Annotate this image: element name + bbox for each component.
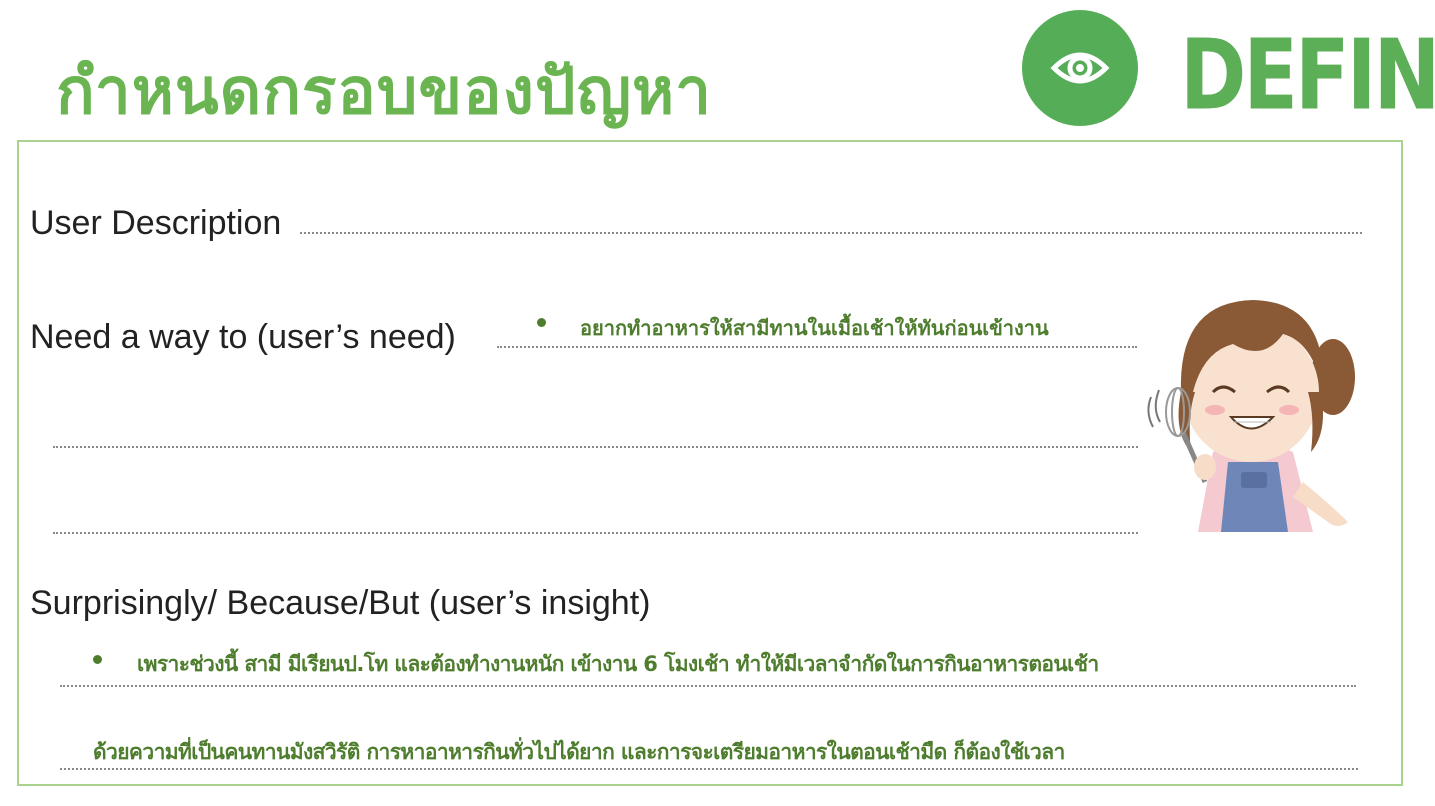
insight-line-2 xyxy=(60,768,1358,770)
insight-label: Surprisingly/ Because/But (user’s insigh… xyxy=(30,584,651,622)
eye-icon xyxy=(1022,10,1138,126)
blank-line-1 xyxy=(53,446,1138,448)
insight-answer-1: เพราะช่วงนี้ สามี มีเรียนป.โท และต้องทำง… xyxy=(137,652,1099,676)
page-title: กำหนดกรอบของปัญหา xyxy=(56,55,713,129)
user-description-line xyxy=(300,232,1362,234)
need-line xyxy=(497,346,1137,348)
need-bullet xyxy=(537,318,546,327)
cartoon-girl-illustration xyxy=(1147,300,1355,532)
user-description-label: User Description xyxy=(30,204,282,242)
slide: กำหนดกรอบของปัญหา DEFINE User Descriptio… xyxy=(0,0,1435,806)
define-label: DEFINE xyxy=(1180,18,1435,132)
insight-line-1 xyxy=(60,685,1356,687)
need-label: Need a way to (user’s need) xyxy=(30,318,456,356)
insight-answer-2: ด้วยความที่เป็นคนทานมังสวิรัติ การหาอาหา… xyxy=(93,740,1065,764)
insight-bullet xyxy=(93,655,102,664)
blank-line-2 xyxy=(53,532,1138,534)
need-answer: อยากทำอาหารให้สามีทานในเมื้อเช้าให้ทันก่… xyxy=(580,316,1049,340)
